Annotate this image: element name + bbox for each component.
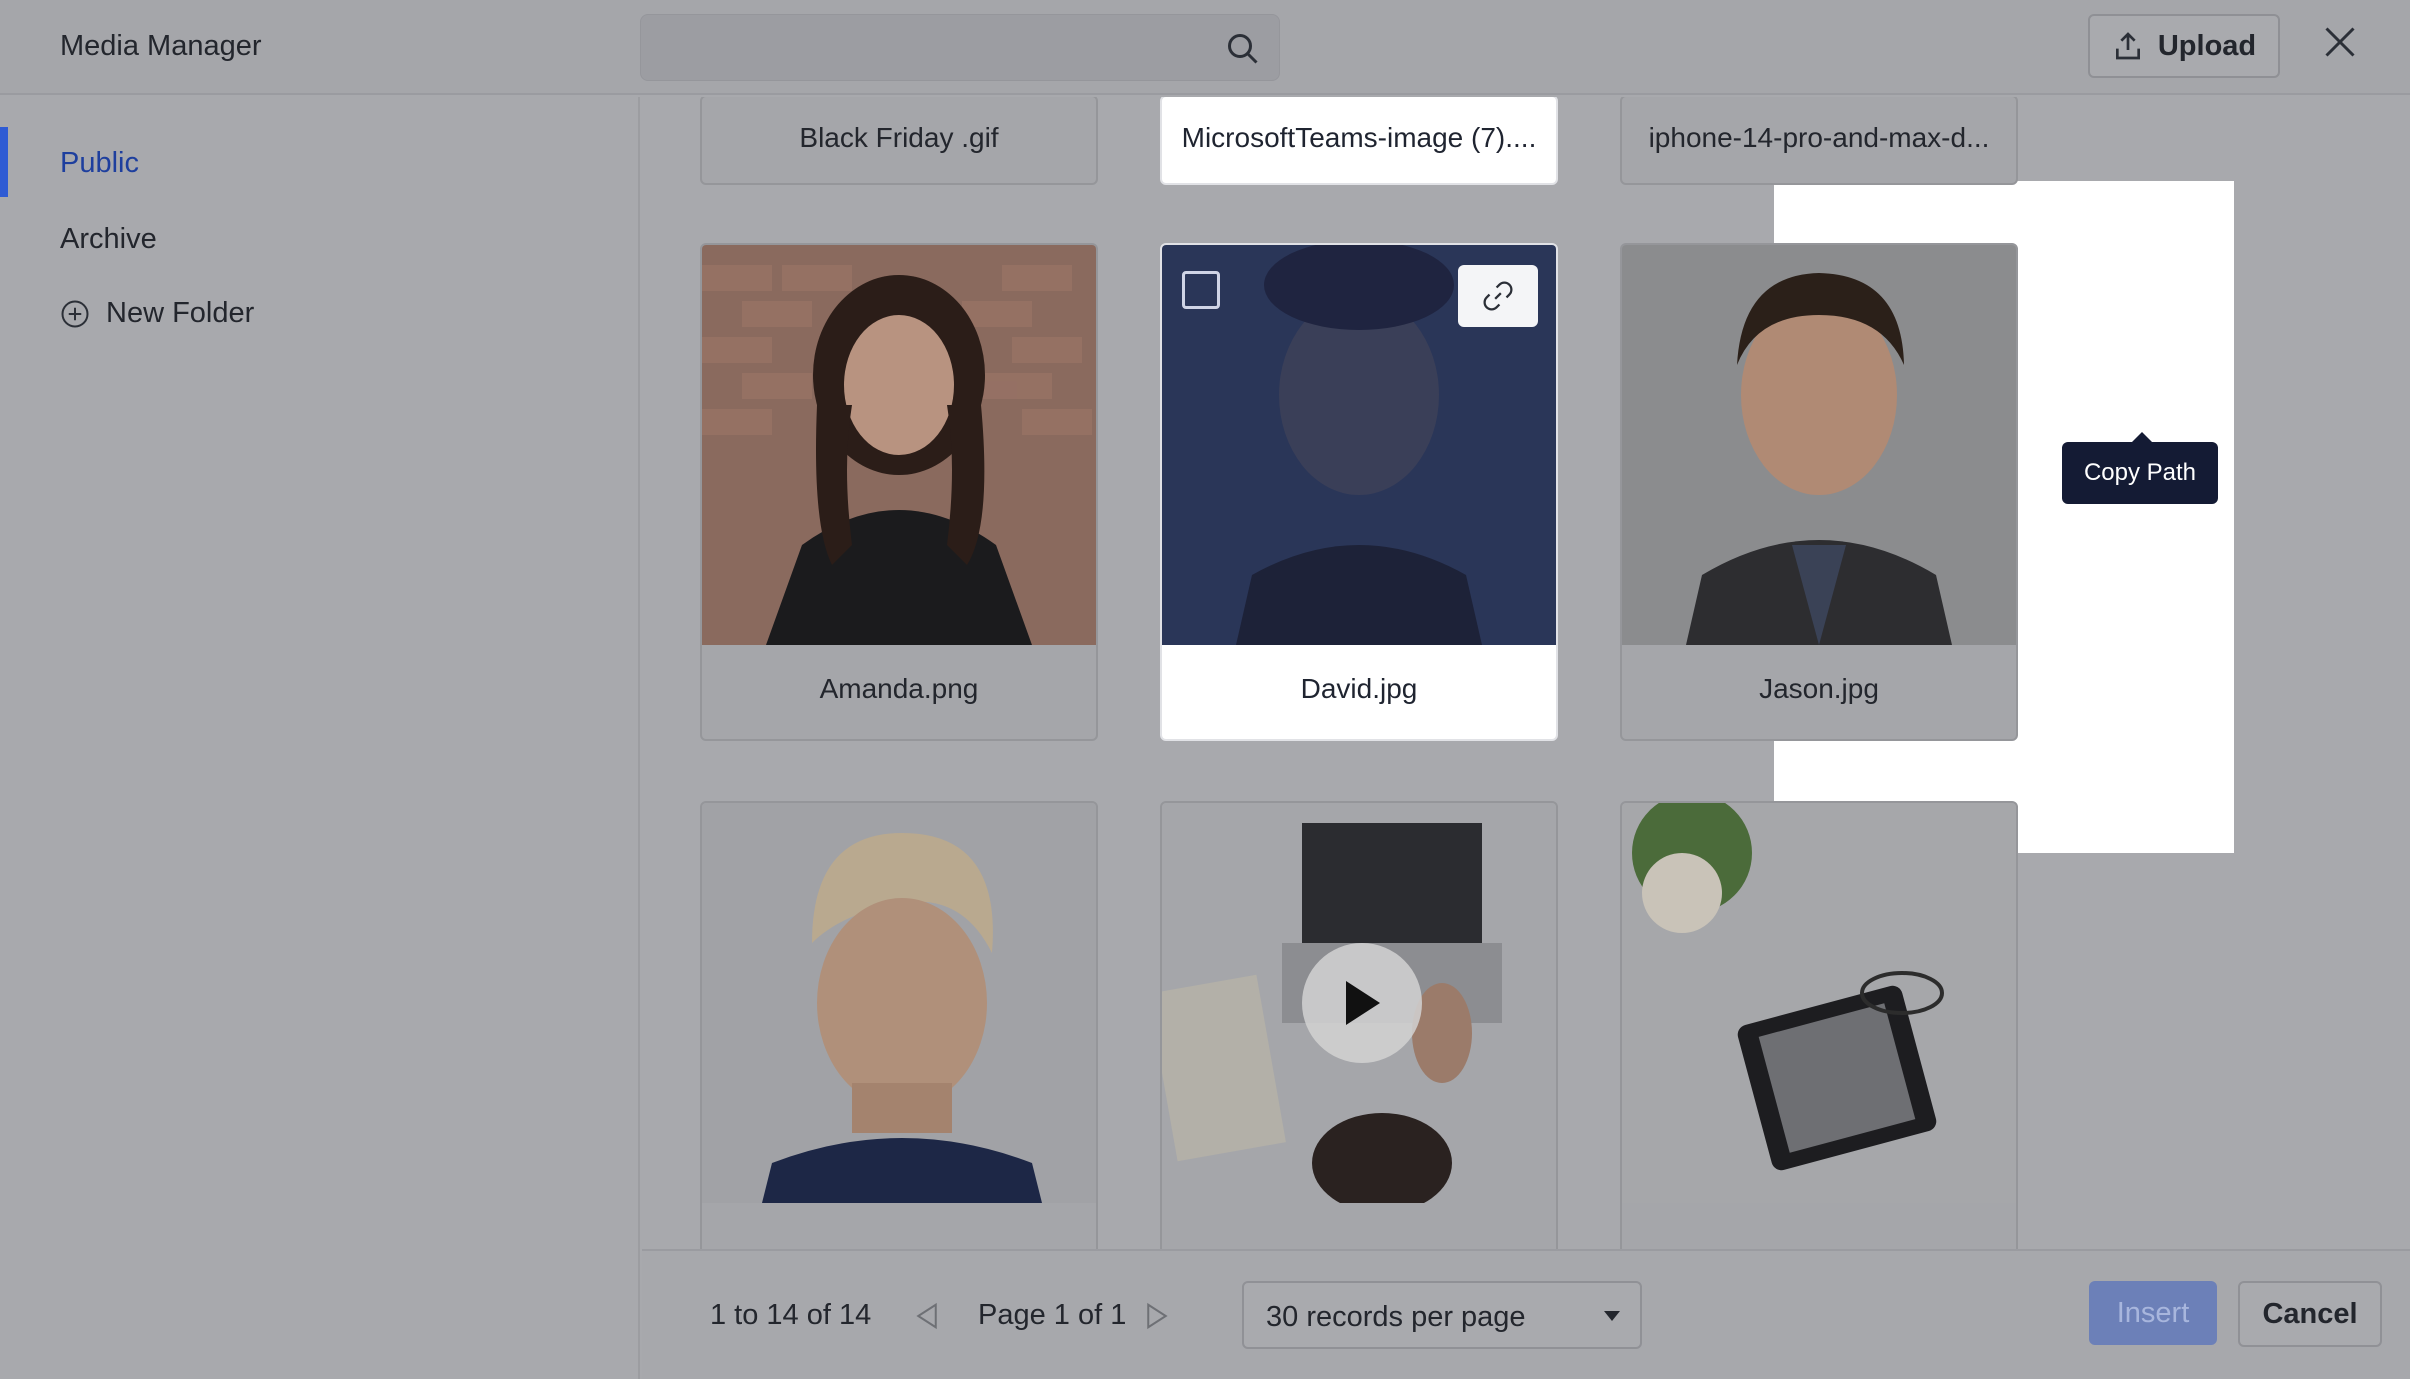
play-button[interactable] [1302, 943, 1422, 1063]
file-name: David.jpg [1300, 673, 1418, 704]
link-icon [1483, 281, 1513, 311]
sidebar: Public Archive New Folder [0, 97, 640, 1379]
file-name: Black Friday .gif [799, 122, 999, 153]
media-card[interactable] [700, 801, 1098, 1249]
active-indicator [0, 127, 8, 197]
thumbnail-image [1622, 245, 2016, 645]
footer: 1 to 14 of 14 Page 1 of 1 30 records per… [642, 1249, 2410, 1379]
upload-icon [2115, 32, 2140, 60]
select-checkbox[interactable] [1182, 271, 1220, 309]
file-name: Amanda.png [819, 673, 979, 704]
file-name: Jason.jpg [1759, 673, 1879, 704]
header: Media Manager Upload [0, 0, 2410, 95]
page-indicator: Page 1 of 1 [978, 1299, 1127, 1331]
records-per-page-select[interactable]: 30 records per page [1242, 1281, 1642, 1349]
media-card[interactable] [1160, 801, 1558, 1249]
new-folder-button[interactable]: New Folder [60, 297, 254, 330]
file-name: iphone-14-pro-and-max-d... [1648, 122, 1990, 153]
chevron-down-icon [1604, 1311, 1620, 1321]
media-card-focused[interactable]: David.jpg [1160, 243, 1558, 741]
insert-button[interactable]: Insert [2089, 1281, 2217, 1345]
new-folder-label: New Folder [106, 297, 255, 329]
media-card[interactable] [1620, 801, 2018, 1249]
media-card[interactable]: Black Friday .gif [700, 97, 1098, 185]
media-card[interactable]: MicrosoftTeams-image (7).... [1160, 97, 1558, 185]
media-card[interactable]: Amanda.png [700, 243, 1098, 741]
sidebar-item-public[interactable]: Public [60, 147, 139, 180]
copy-path-tooltip: Copy Path [2062, 432, 2218, 504]
upload-button[interactable]: Upload [2088, 14, 2280, 78]
copy-path-button[interactable] [1458, 265, 1538, 327]
play-icon [1346, 981, 1380, 1025]
cancel-button[interactable]: Cancel [2238, 1281, 2382, 1347]
records-per-page-value: 30 records per page [1266, 1301, 1526, 1333]
upload-label: Upload [2157, 29, 2257, 62]
app-title: Media Manager [60, 30, 262, 62]
sidebar-item-archive[interactable]: Archive [60, 223, 157, 256]
media-card[interactable]: Jason.jpg [1620, 243, 2018, 741]
search-icon[interactable] [1225, 31, 1261, 67]
thumbnail-image [1622, 803, 2016, 1203]
records-range: 1 to 14 of 14 [710, 1299, 872, 1331]
media-card[interactable]: iphone-14-pro-and-max-d... [1620, 97, 2018, 185]
close-icon[interactable] [2322, 24, 2358, 60]
search-input[interactable] [640, 14, 1280, 81]
plus-circle-icon [61, 300, 89, 327]
next-page-icon[interactable] [1142, 1301, 1172, 1331]
thumbnail-image [702, 245, 1096, 645]
media-grid: Black Friday .gif MicrosoftTeams-image (… [642, 97, 2410, 1249]
prev-page-icon[interactable] [912, 1301, 942, 1331]
file-name: MicrosoftTeams-image (7).... [1181, 122, 1537, 153]
thumbnail-image [702, 803, 1096, 1203]
